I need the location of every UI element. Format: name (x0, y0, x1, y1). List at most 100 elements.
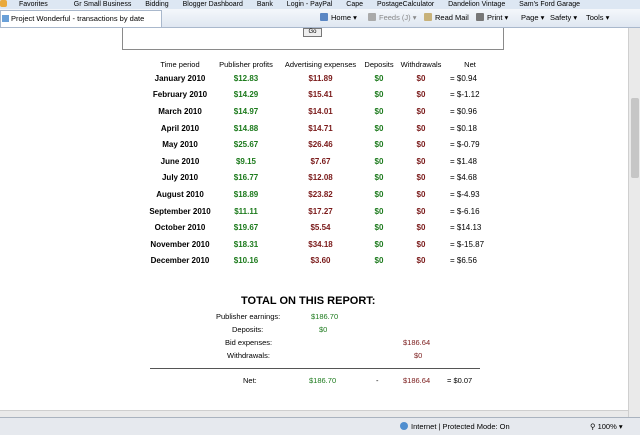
table-row: May 2010 $25.67 $26.46 $0 $0 = $-0.79 (145, 136, 492, 153)
favorites-item-4[interactable]: Bank (257, 1, 273, 8)
cell-period: April 2010 (160, 123, 200, 133)
bid-expenses-label: Bid expenses: (225, 338, 273, 347)
withdrawals-value: $0 (414, 351, 423, 360)
tab-title: Project Wonderful - transactions by date (11, 14, 145, 23)
cell-deposits: $0 (374, 140, 384, 150)
cell-period: October 2010 (154, 223, 206, 233)
header-net: Net (464, 60, 476, 69)
net-minus: - (376, 376, 379, 385)
withdrawals-label: Withdrawals: (227, 351, 270, 360)
favorites-item-6[interactable]: Cape (346, 1, 363, 8)
cell-profits: $11.11 (234, 206, 258, 216)
table-header: Time period Publisher profits Advertisin… (145, 59, 492, 70)
favorites-item-3[interactable]: Blogger Dashboard (183, 1, 243, 8)
cell-expenses: $15.41 (308, 90, 333, 100)
cell-withdrawals: $0 (416, 123, 426, 133)
cell-net: = $1.48 (450, 156, 477, 166)
favorites-item-2[interactable]: Bidding (145, 1, 168, 8)
safety-menu[interactable]: Safety ▾ (550, 13, 577, 22)
favorites-item-7[interactable]: PostageCalculator (377, 1, 434, 8)
table-row: August 2010 $18.89 $23.82 $0 $0 = $-4.93 (145, 186, 492, 203)
home-icon (320, 13, 328, 21)
scroll-thumb[interactable] (631, 98, 639, 178)
cell-expenses: $17.27 (308, 206, 333, 216)
page-content: Go Time period Publisher profits Adverti… (0, 28, 628, 417)
cell-expenses: $14.01 (308, 106, 333, 116)
favorites-item-8[interactable]: Dandelion Vintage (448, 1, 505, 8)
publisher-earnings-value: $186.70 (311, 312, 339, 321)
cell-deposits: $0 (374, 189, 384, 199)
print-button[interactable]: Print ▾ (476, 13, 508, 22)
tools-menu[interactable]: Tools ▾ (586, 13, 609, 22)
cell-profits: $25.67 (233, 140, 259, 150)
cell-withdrawals: $0 (416, 256, 426, 266)
favorites-bar: Favorites Gr Small Business Bidding Blog… (0, 0, 640, 9)
cell-profits: $18.89 (233, 189, 259, 199)
cell-net: = $-15.87 (450, 239, 485, 249)
page-menu[interactable]: Page ▾ (521, 13, 544, 22)
cell-withdrawals: $0 (416, 189, 426, 199)
cell-profits: $12.83 (233, 73, 259, 83)
cell-withdrawals: $0 (416, 106, 426, 116)
cell-profits: $14.29 (233, 90, 259, 100)
zoom-control[interactable]: ⚲ 100% ▾ (590, 422, 623, 431)
cell-period: August 2010 (156, 189, 204, 199)
transactions-table: Time period Publisher profits Advertisin… (145, 59, 492, 269)
cell-deposits: $0 (374, 256, 384, 266)
cell-deposits: $0 (374, 239, 384, 249)
cell-deposits: $0 (374, 173, 384, 183)
cell-deposits: $0 (374, 90, 384, 100)
status-bar: Internet | Protected Mode: On ⚲ 100% ▾ (0, 417, 640, 435)
deposits-label: Deposits: (232, 325, 264, 334)
home-button[interactable]: Home ▾ (320, 13, 357, 22)
cell-period: May 2010 (162, 140, 198, 150)
cell-net: = $4.68 (450, 173, 477, 183)
cell-withdrawals: $0 (416, 90, 426, 100)
net-value: = $0.07 (447, 376, 473, 385)
cell-deposits: $0 (374, 206, 384, 216)
cell-expenses: $3.60 (310, 256, 331, 266)
favorites-item-9[interactable]: Sam's Ford Garage (519, 1, 580, 8)
favorites-item-0[interactable]: Favorites (0, 0, 60, 8)
cell-withdrawals: $0 (416, 173, 426, 183)
deposits-value: $0 (319, 325, 328, 334)
cell-net: = $14.13 (450, 223, 482, 233)
cell-withdrawals: $0 (416, 156, 426, 166)
favorites-item-1[interactable]: Gr Small Business (74, 1, 132, 8)
bid-expenses-value: $186.64 (403, 338, 431, 347)
cell-deposits: $0 (374, 73, 384, 83)
cell-profits: $9.15 (235, 156, 257, 166)
cell-deposits: $0 (374, 106, 384, 116)
table-row: October 2010 $19.67 $5.54 $0 $0 = $14.13 (145, 219, 492, 236)
cell-net: = $6.56 (450, 256, 477, 266)
cell-withdrawals: $0 (416, 206, 426, 216)
read-mail-button[interactable]: Read Mail (424, 13, 469, 22)
table-row: January 2010 $12.83 $11.89 $0 $0 = $0.94 (145, 70, 492, 87)
cell-net: = $0.96 (450, 106, 477, 116)
cell-expenses: $7.67 (310, 156, 331, 166)
magnifier-icon: ⚲ (590, 422, 596, 431)
go-button[interactable]: Go (303, 28, 322, 37)
cell-profits: $16.77 (233, 173, 259, 183)
cell-period: November 2010 (150, 239, 210, 249)
header-deposits: Deposits (364, 60, 394, 69)
table-row: April 2010 $14.88 $14.71 $0 $0 = $0.18 (145, 120, 492, 137)
cell-net: = $0.94 (450, 73, 477, 83)
feeds-button[interactable]: Feeds (J) ▾ (368, 13, 417, 22)
favorites-item-5[interactable]: Login - PayPal (287, 1, 333, 8)
cell-expenses: $12.08 (308, 173, 333, 183)
header-advertising-expenses: Advertising expenses (284, 60, 357, 69)
cell-net: = $-1.12 (450, 90, 480, 100)
mail-icon (424, 13, 432, 21)
browser-tab[interactable]: Project Wonderful - transactions by date (0, 10, 162, 27)
feed-icon (368, 13, 376, 21)
cell-deposits: $0 (374, 123, 384, 133)
cell-withdrawals: $0 (416, 140, 426, 150)
cell-withdrawals: $0 (416, 73, 426, 83)
table-row: September 2010 $11.11 $17.27 $0 $0 = $-6.16 (145, 203, 492, 220)
table-row: June 2010 $9.15 $7.67 $0 $0 = $1.48 (145, 153, 492, 170)
security-zone[interactable]: Internet | Protected Mode: On (400, 422, 510, 431)
print-icon (476, 13, 484, 21)
vertical-scrollbar[interactable] (628, 28, 640, 417)
globe-icon (400, 422, 408, 430)
